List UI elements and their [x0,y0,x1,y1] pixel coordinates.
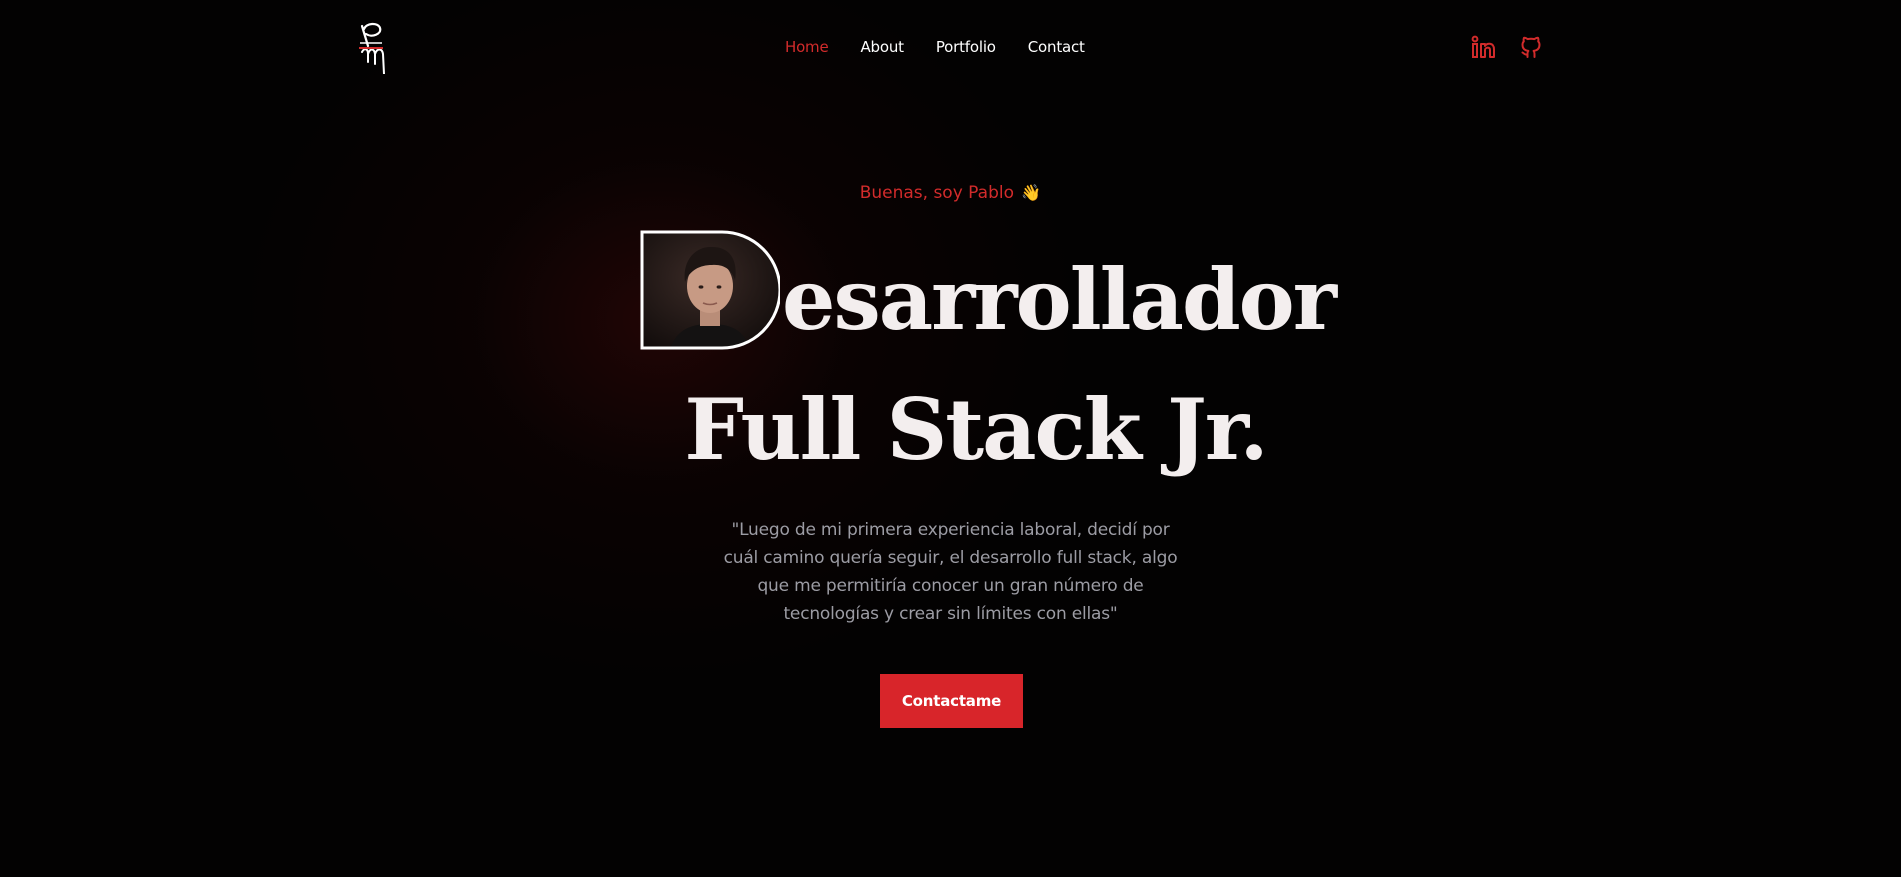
nav-contact[interactable]: Contact [1028,38,1085,56]
github-icon[interactable] [1518,34,1544,60]
hero-quote: "Luego de mi primera experiencia laboral… [0,516,1901,628]
social-links [1470,34,1544,60]
greeting-text: Buenas, soy Pablo [859,183,1014,203]
avatar [642,232,780,348]
nav-home[interactable]: Home [785,38,829,56]
nav-portfolio[interactable]: Portfolio [936,38,996,56]
quote-text: "Luego de mi primera experiencia laboral… [723,520,1178,624]
headline-line-1-text: esarrollador [782,250,1337,349]
main-nav: Home About Portfolio Contact [785,38,1117,56]
nav-about[interactable]: About [861,38,905,56]
site-logo[interactable] [356,20,390,74]
waving-hand-icon: 👋 [1021,183,1042,202]
linkedin-icon[interactable] [1470,34,1496,60]
portfolio-page: Home About Portfolio Contact Buenas, soy… [0,0,1901,877]
hero-greeting: Buenas, soy Pablo 👋 [0,183,1901,203]
headline-line-1: esarrollador [640,228,1337,350]
profile-photo-d-letter [640,230,780,350]
contact-button[interactable]: Contactame [880,674,1023,728]
headline-line-2: Full Stack Jr. [684,380,1268,479]
